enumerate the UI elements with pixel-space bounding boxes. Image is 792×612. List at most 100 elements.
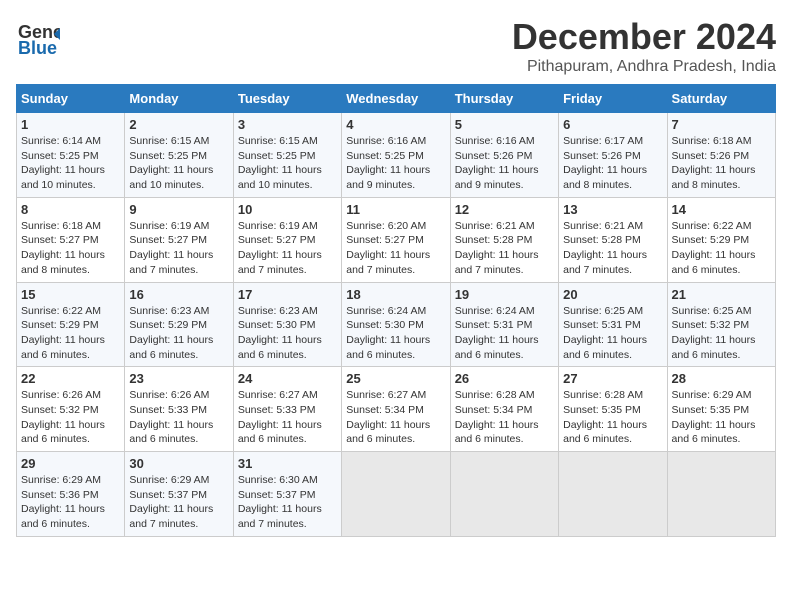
day-info: Sunrise: 6:14 AMSunset: 5:25 PMDaylight:… bbox=[21, 134, 120, 193]
day-info: Sunrise: 6:25 AMSunset: 5:31 PMDaylight:… bbox=[563, 304, 662, 363]
day-info: Sunrise: 6:27 AMSunset: 5:33 PMDaylight:… bbox=[238, 388, 337, 447]
day-header-thursday: Thursday bbox=[450, 85, 558, 113]
day-number: 18 bbox=[346, 287, 445, 302]
calendar-cell: 19 Sunrise: 6:24 AMSunset: 5:31 PMDayligh… bbox=[450, 282, 558, 367]
day-number: 11 bbox=[346, 202, 445, 217]
calendar-cell bbox=[342, 452, 450, 537]
day-number: 2 bbox=[129, 117, 228, 132]
day-header-friday: Friday bbox=[559, 85, 667, 113]
calendar-week-row: 15 Sunrise: 6:22 AMSunset: 5:29 PMDayligh… bbox=[17, 282, 776, 367]
calendar-cell: 30 Sunrise: 6:29 AMSunset: 5:37 PMDayligh… bbox=[125, 452, 233, 537]
day-number: 21 bbox=[672, 287, 771, 302]
calendar-cell: 6 Sunrise: 6:17 AMSunset: 5:26 PMDaylight… bbox=[559, 113, 667, 198]
day-info: Sunrise: 6:27 AMSunset: 5:34 PMDaylight:… bbox=[346, 388, 445, 447]
day-number: 5 bbox=[455, 117, 554, 132]
day-number: 25 bbox=[346, 371, 445, 386]
calendar-body: 1Sunrise: 6:14 AMSunset: 5:25 PMDaylight… bbox=[17, 113, 776, 537]
day-info: Sunrise: 6:28 AMSunset: 5:34 PMDaylight:… bbox=[455, 388, 554, 447]
day-number: 28 bbox=[672, 371, 771, 386]
logo-icon: General Blue bbox=[16, 16, 60, 60]
calendar-cell bbox=[559, 452, 667, 537]
day-number: 9 bbox=[129, 202, 228, 217]
calendar-cell: 23Sunrise: 6:26 AMSunset: 5:33 PMDayligh… bbox=[125, 367, 233, 452]
calendar-cell: 21 Sunrise: 6:25 AMSunset: 5:32 PMDayligh… bbox=[667, 282, 775, 367]
svg-text:Blue: Blue bbox=[18, 38, 57, 58]
day-info: Sunrise: 6:15 AMSunset: 5:25 PMDaylight:… bbox=[129, 134, 228, 193]
day-number: 27 bbox=[563, 371, 662, 386]
day-info: Sunrise: 6:22 AMSunset: 5:29 PMDaylight:… bbox=[672, 219, 771, 278]
calendar-cell bbox=[450, 452, 558, 537]
calendar-cell: 11 Sunrise: 6:20 AMSunset: 5:27 PMDayligh… bbox=[342, 197, 450, 282]
location-title: Pithapuram, Andhra Pradesh, India bbox=[512, 58, 776, 76]
day-info: Sunrise: 6:25 AMSunset: 5:32 PMDaylight:… bbox=[672, 304, 771, 363]
day-info: Sunrise: 6:19 AMSunset: 5:27 PMDaylight:… bbox=[129, 219, 228, 278]
day-number: 20 bbox=[563, 287, 662, 302]
calendar-table: SundayMondayTuesdayWednesdayThursdayFrid… bbox=[16, 84, 776, 537]
day-info: Sunrise: 6:16 AMSunset: 5:26 PMDaylight:… bbox=[455, 134, 554, 193]
day-number: 26 bbox=[455, 371, 554, 386]
day-number: 6 bbox=[563, 117, 662, 132]
day-info: Sunrise: 6:18 AMSunset: 5:27 PMDaylight:… bbox=[21, 219, 120, 278]
day-header-wednesday: Wednesday bbox=[342, 85, 450, 113]
calendar-week-row: 29 Sunrise: 6:29 AMSunset: 5:36 PMDayligh… bbox=[17, 452, 776, 537]
logo: General Blue bbox=[16, 16, 60, 60]
day-number: 8 bbox=[21, 202, 120, 217]
calendar-cell: 9 Sunrise: 6:19 AMSunset: 5:27 PMDaylight… bbox=[125, 197, 233, 282]
calendar-cell: 20 Sunrise: 6:25 AMSunset: 5:31 PMDayligh… bbox=[559, 282, 667, 367]
day-number: 30 bbox=[129, 456, 228, 471]
day-info: Sunrise: 6:20 AMSunset: 5:27 PMDaylight:… bbox=[346, 219, 445, 278]
day-info: Sunrise: 6:17 AMSunset: 5:26 PMDaylight:… bbox=[563, 134, 662, 193]
calendar-cell: 17Sunrise: 6:23 AMSunset: 5:30 PMDayligh… bbox=[233, 282, 341, 367]
day-info: Sunrise: 6:23 AMSunset: 5:29 PMDaylight:… bbox=[129, 304, 228, 363]
calendar-cell: 31 Sunrise: 6:30 AMSunset: 5:37 PMDayligh… bbox=[233, 452, 341, 537]
calendar-cell: 18Sunrise: 6:24 AMSunset: 5:30 PMDayligh… bbox=[342, 282, 450, 367]
day-info: Sunrise: 6:18 AMSunset: 5:26 PMDaylight:… bbox=[672, 134, 771, 193]
day-info: Sunrise: 6:30 AMSunset: 5:37 PMDaylight:… bbox=[238, 473, 337, 532]
day-info: Sunrise: 6:28 AMSunset: 5:35 PMDaylight:… bbox=[563, 388, 662, 447]
day-number: 15 bbox=[21, 287, 120, 302]
calendar-cell: 4 Sunrise: 6:16 AMSunset: 5:25 PMDaylight… bbox=[342, 113, 450, 198]
calendar-week-row: 22 Sunrise: 6:26 AMSunset: 5:32 PMDayligh… bbox=[17, 367, 776, 452]
day-info: Sunrise: 6:19 AMSunset: 5:27 PMDaylight:… bbox=[238, 219, 337, 278]
day-info: Sunrise: 6:21 AMSunset: 5:28 PMDaylight:… bbox=[563, 219, 662, 278]
month-title: December 2024 bbox=[512, 16, 776, 58]
calendar-cell: 12 Sunrise: 6:21 AMSunset: 5:28 PMDayligh… bbox=[450, 197, 558, 282]
day-number: 24 bbox=[238, 371, 337, 386]
calendar-cell: 7 Sunrise: 6:18 AMSunset: 5:26 PMDaylight… bbox=[667, 113, 775, 198]
day-number: 14 bbox=[672, 202, 771, 217]
day-number: 31 bbox=[238, 456, 337, 471]
day-info: Sunrise: 6:24 AMSunset: 5:31 PMDaylight:… bbox=[455, 304, 554, 363]
day-info: Sunrise: 6:15 AMSunset: 5:25 PMDaylight:… bbox=[238, 134, 337, 193]
day-info: Sunrise: 6:26 AMSunset: 5:32 PMDaylight:… bbox=[21, 388, 120, 447]
day-number: 7 bbox=[672, 117, 771, 132]
calendar-cell: 14 Sunrise: 6:22 AMSunset: 5:29 PMDayligh… bbox=[667, 197, 775, 282]
day-number: 3 bbox=[238, 117, 337, 132]
calendar-week-row: 1Sunrise: 6:14 AMSunset: 5:25 PMDaylight… bbox=[17, 113, 776, 198]
day-info: Sunrise: 6:21 AMSunset: 5:28 PMDaylight:… bbox=[455, 219, 554, 278]
day-info: Sunrise: 6:22 AMSunset: 5:29 PMDaylight:… bbox=[21, 304, 120, 363]
day-info: Sunrise: 6:29 AMSunset: 5:35 PMDaylight:… bbox=[672, 388, 771, 447]
day-number: 19 bbox=[455, 287, 554, 302]
day-number: 23 bbox=[129, 371, 228, 386]
calendar-cell: 13 Sunrise: 6:21 AMSunset: 5:28 PMDayligh… bbox=[559, 197, 667, 282]
calendar-cell: 2 Sunrise: 6:15 AMSunset: 5:25 PMDaylight… bbox=[125, 113, 233, 198]
day-number: 22 bbox=[21, 371, 120, 386]
calendar-cell: 5 Sunrise: 6:16 AMSunset: 5:26 PMDaylight… bbox=[450, 113, 558, 198]
day-info: Sunrise: 6:16 AMSunset: 5:25 PMDaylight:… bbox=[346, 134, 445, 193]
day-number: 17 bbox=[238, 287, 337, 302]
calendar-cell: 24 Sunrise: 6:27 AMSunset: 5:33 PMDayligh… bbox=[233, 367, 341, 452]
calendar-cell: 8 Sunrise: 6:18 AMSunset: 5:27 PMDaylight… bbox=[17, 197, 125, 282]
day-number: 13 bbox=[563, 202, 662, 217]
calendar-cell: 3 Sunrise: 6:15 AMSunset: 5:25 PMDaylight… bbox=[233, 113, 341, 198]
calendar-header-row: SundayMondayTuesdayWednesdayThursdayFrid… bbox=[17, 85, 776, 113]
calendar-cell: 25 Sunrise: 6:27 AMSunset: 5:34 PMDayligh… bbox=[342, 367, 450, 452]
day-number: 29 bbox=[21, 456, 120, 471]
calendar-week-row: 8 Sunrise: 6:18 AMSunset: 5:27 PMDaylight… bbox=[17, 197, 776, 282]
day-info: Sunrise: 6:29 AMSunset: 5:37 PMDaylight:… bbox=[129, 473, 228, 532]
day-info: Sunrise: 6:29 AMSunset: 5:36 PMDaylight:… bbox=[21, 473, 120, 532]
calendar-cell: 22 Sunrise: 6:26 AMSunset: 5:32 PMDayligh… bbox=[17, 367, 125, 452]
day-header-saturday: Saturday bbox=[667, 85, 775, 113]
day-number: 16 bbox=[129, 287, 228, 302]
day-number: 12 bbox=[455, 202, 554, 217]
day-number: 4 bbox=[346, 117, 445, 132]
